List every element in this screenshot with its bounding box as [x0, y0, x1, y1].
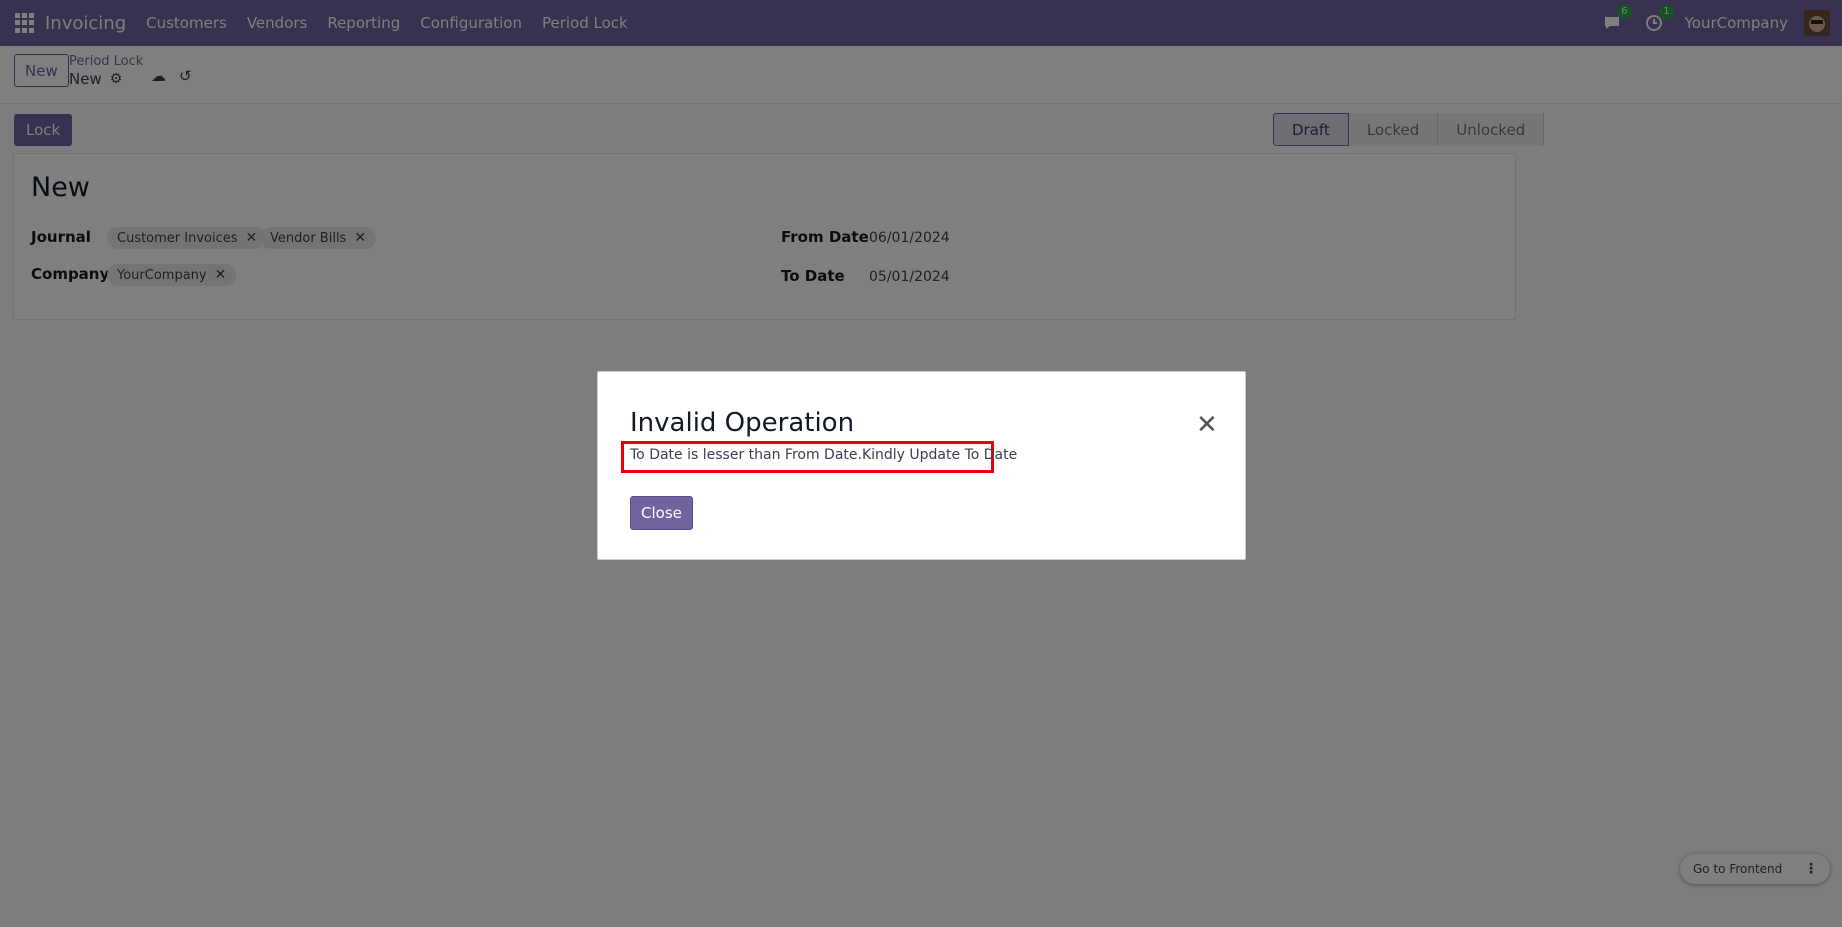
dialog-title: Invalid Operation [630, 408, 855, 438]
error-dialog: Invalid Operation ✕ To Date is lesser th… [597, 371, 1246, 560]
dialog-message: To Date is lesser than From Date.Kindly … [621, 441, 1017, 473]
close-button[interactable]: Close [630, 496, 693, 530]
close-icon[interactable]: ✕ [1196, 412, 1218, 438]
